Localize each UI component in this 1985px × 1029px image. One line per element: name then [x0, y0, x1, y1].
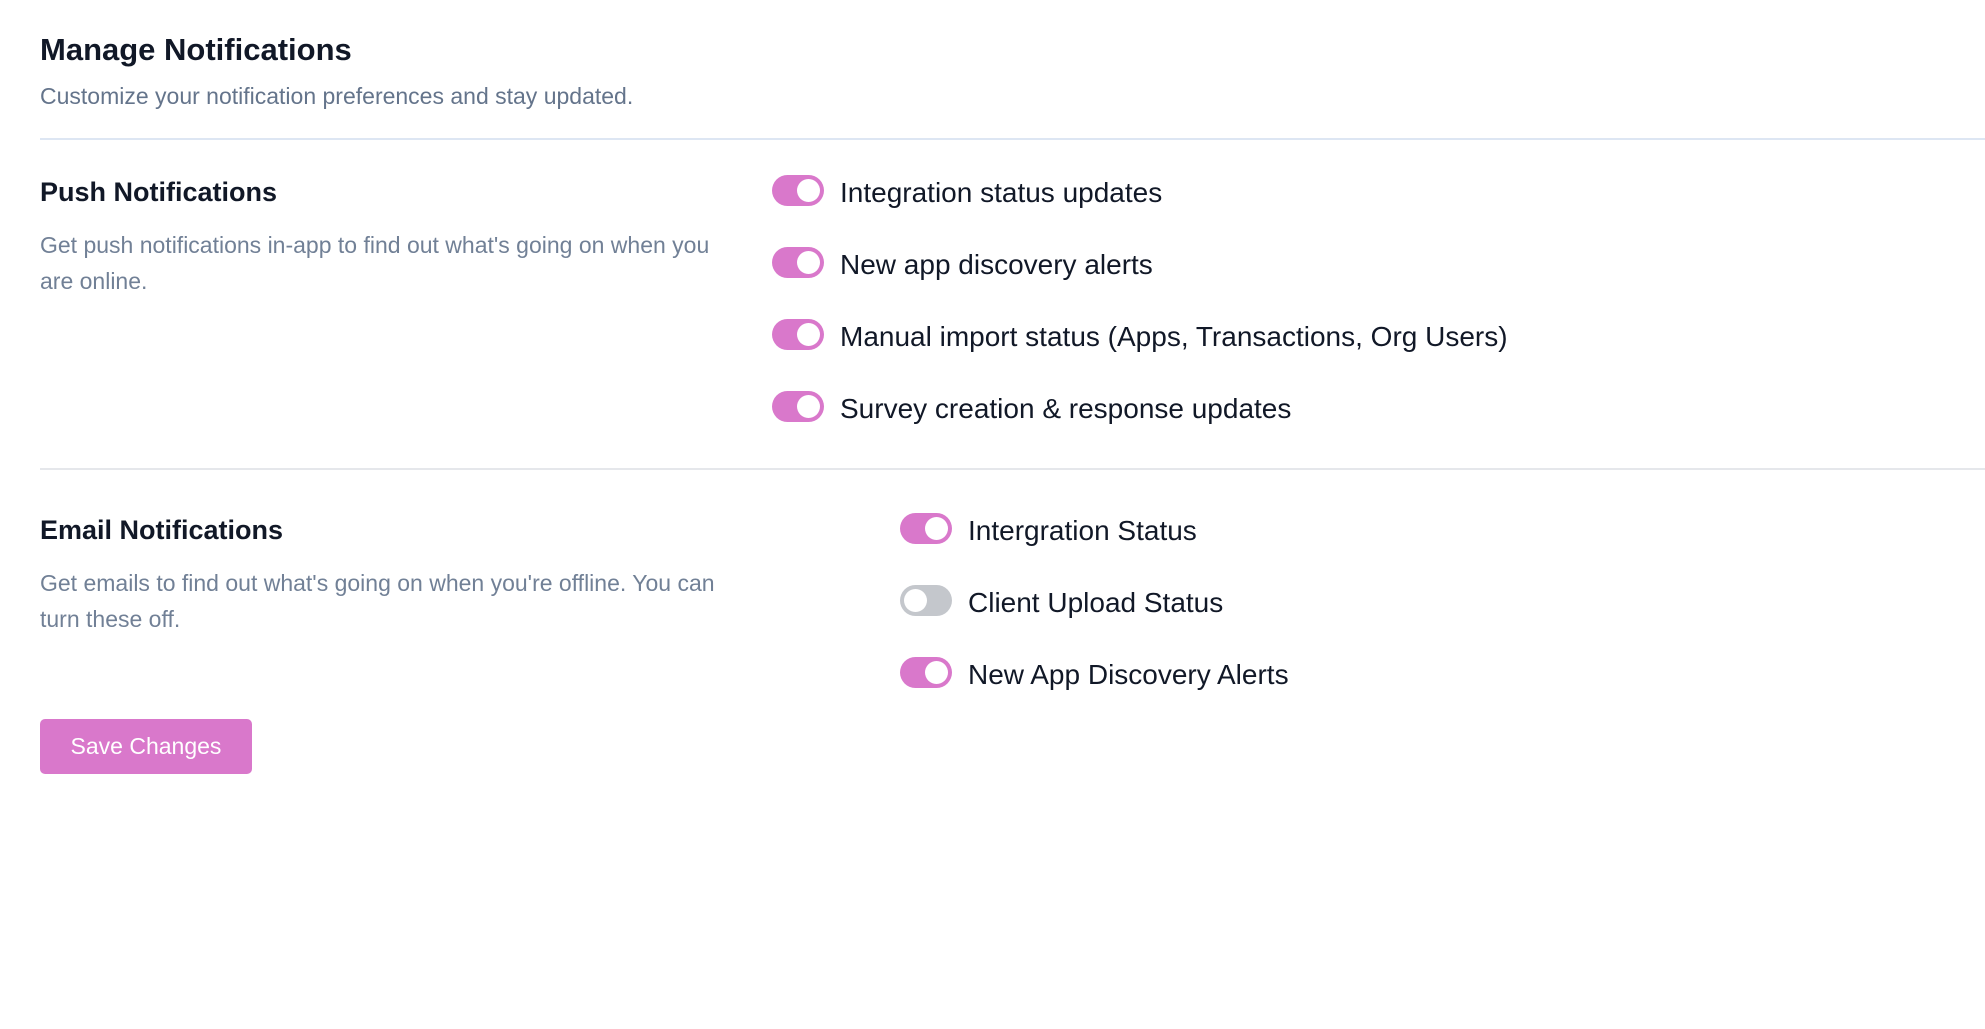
- email-option-integration-status: Intergration Status: [900, 495, 1289, 567]
- email-options-list: Intergration Status Client Upload Status…: [900, 495, 1289, 711]
- page-subtitle: Customize your notification preferences …: [40, 83, 634, 109]
- toggle-knob: [797, 250, 820, 274]
- email-toggle-client-upload[interactable]: [900, 584, 952, 616]
- push-option-label: Manual import status (Apps, Transactions…: [840, 321, 1508, 352]
- email-option-label: Client Upload Status: [968, 587, 1224, 618]
- email-option-new-app-discovery: New App Discovery Alerts: [900, 639, 1289, 711]
- push-section-title: Push Notifications: [40, 177, 278, 207]
- push-toggle-new-app-discovery[interactable]: [772, 246, 824, 278]
- push-option-integration-status: Integration status updates: [772, 157, 1508, 229]
- email-option-client-upload: Client Upload Status: [900, 567, 1289, 639]
- toggle-knob: [797, 394, 820, 418]
- push-toggle-manual-import[interactable]: [772, 318, 824, 350]
- push-section-description: Get push notifications in-app to find ou…: [40, 232, 710, 294]
- email-option-label: Intergration Status: [968, 515, 1197, 546]
- save-changes-button[interactable]: Save Changes: [40, 719, 252, 774]
- push-toggle-integration-status[interactable]: [772, 174, 824, 206]
- notifications-page: Manage Notifications Customize your noti…: [0, 0, 1985, 1029]
- email-option-label: New App Discovery Alerts: [968, 659, 1289, 690]
- toggle-knob: [925, 516, 948, 540]
- email-toggle-integration-status[interactable]: [900, 512, 952, 544]
- push-option-survey-updates: Survey creation & response updates: [772, 373, 1508, 445]
- push-option-manual-import: Manual import status (Apps, Transactions…: [772, 301, 1508, 373]
- push-option-new-app-discovery: New app discovery alerts: [772, 229, 1508, 301]
- header-divider: [40, 138, 1985, 140]
- push-option-label: Integration status updates: [840, 177, 1163, 208]
- push-toggle-survey-updates[interactable]: [772, 390, 824, 422]
- page-title: Manage Notifications: [40, 32, 352, 67]
- email-section-description: Get emails to find out what's going on w…: [40, 570, 715, 632]
- push-options-list: Integration status updates New app disco…: [772, 157, 1508, 445]
- toggle-knob: [797, 322, 820, 346]
- toggle-knob: [925, 660, 948, 684]
- push-option-label: Survey creation & response updates: [840, 393, 1292, 424]
- push-option-label: New app discovery alerts: [840, 249, 1153, 280]
- section-divider: [40, 468, 1985, 470]
- toggle-knob: [797, 178, 820, 202]
- email-toggle-new-app-discovery[interactable]: [900, 656, 952, 688]
- email-section-title: Email Notifications: [40, 515, 284, 545]
- toggle-knob: [904, 588, 927, 612]
